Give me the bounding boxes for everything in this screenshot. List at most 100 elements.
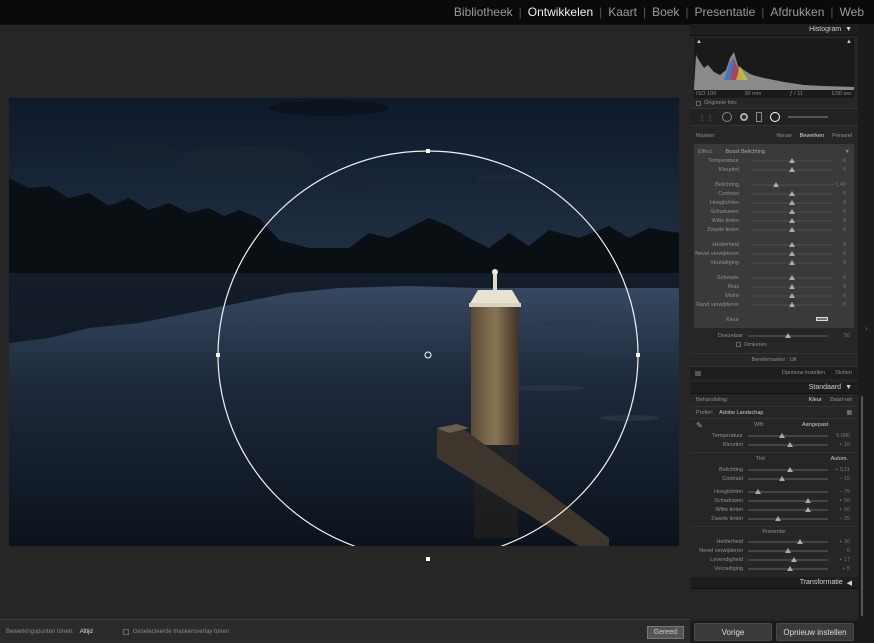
slider-track[interactable] — [752, 182, 832, 187]
slider-thumb[interactable] — [789, 158, 795, 163]
slider-row[interactable]: Helderheid 0 — [694, 240, 854, 249]
red-eye-icon[interactable] — [740, 113, 748, 121]
shadow-clip-icon[interactable]: ▲ — [696, 39, 702, 45]
slider-thumb[interactable] — [778, 433, 785, 438]
mask-toggle-icon[interactable] — [695, 370, 701, 376]
slider-row[interactable]: Belichting + 0,11 — [690, 465, 858, 474]
slider-thumb[interactable] — [786, 566, 793, 571]
slider-value[interactable]: 0 — [843, 158, 846, 164]
transform-header[interactable]: Transformatie ◀ — [690, 577, 858, 589]
mask-edit-button[interactable]: Bewerken — [800, 133, 824, 139]
previous-button[interactable]: Vorige — [694, 623, 772, 641]
slider-thumb[interactable] — [775, 516, 782, 521]
spot-removal-icon[interactable] — [722, 112, 732, 122]
histogram-header[interactable]: Histogram ▼ — [690, 24, 858, 36]
slider-row[interactable]: Contrast – 15 — [690, 474, 858, 483]
radial-filter-icon[interactable] — [770, 112, 780, 122]
slider-row[interactable]: Zwarte tinten 0 — [694, 225, 854, 234]
done-button[interactable]: Gereed — [646, 626, 684, 639]
slider-row[interactable]: Hooglichten – 79 — [690, 487, 858, 496]
slider-track[interactable] — [748, 433, 828, 438]
slider-thumb[interactable] — [773, 182, 779, 187]
slider-thumb[interactable] — [785, 548, 791, 553]
slider-track[interactable] — [752, 158, 832, 163]
slider-value[interactable]: 0 — [847, 548, 850, 554]
original-photo-row[interactable]: Originele foto — [690, 98, 858, 108]
slider-row[interactable]: Witte tinten 0 — [694, 216, 854, 225]
panel-scrollbar[interactable]: › — [858, 24, 874, 643]
highlight-clip-icon[interactable]: ▲ — [846, 39, 852, 45]
slider-track[interactable] — [748, 548, 828, 553]
slider-thumb[interactable] — [789, 251, 795, 256]
feather-slider[interactable] — [748, 333, 828, 338]
slider-row[interactable]: Verzadiging 0 — [694, 258, 854, 267]
mask-new-button[interactable]: Nieuw — [776, 133, 791, 139]
slider-thumb[interactable] — [789, 242, 795, 247]
slider-track[interactable] — [752, 167, 832, 172]
slider-track[interactable] — [752, 293, 832, 298]
slider-track[interactable] — [752, 209, 832, 214]
reset-button[interactable]: Opnieuw instellen — [776, 623, 854, 641]
overlay-checkbox[interactable] — [122, 628, 129, 635]
slider-value[interactable]: + 17 — [839, 557, 850, 563]
slider-value[interactable]: + 5 — [842, 566, 850, 572]
slider-value[interactable]: 0 — [843, 284, 846, 290]
slider-track[interactable] — [748, 557, 828, 562]
adjustment-brush-icon[interactable] — [788, 116, 828, 118]
slider-value[interactable]: 0 — [843, 218, 846, 224]
slider-row[interactable]: Belichting – 1,40 — [694, 180, 854, 189]
invert-row[interactable]: Omkeren — [690, 340, 858, 349]
eyedropper-icon[interactable]: ✎ — [696, 421, 703, 430]
edit-pins-select[interactable]: Altijd — [80, 629, 93, 635]
slider-value[interactable]: – 1,40 — [831, 182, 846, 188]
slider-thumb[interactable] — [789, 275, 795, 280]
mask-close-button[interactable]: Sluiten — [835, 370, 852, 376]
slider-value[interactable]: + 30 — [839, 539, 850, 545]
module-web[interactable]: Web — [834, 5, 870, 19]
module-boek[interactable]: Boek — [646, 5, 685, 19]
slider-row[interactable]: Rand verwijderen 0 — [694, 300, 854, 309]
slider-row[interactable]: Temperatuur 6.000 — [690, 431, 858, 440]
slider-row[interactable]: Schaduwen 0 — [694, 207, 854, 216]
slider-value[interactable]: 0 — [843, 200, 846, 206]
slider-track[interactable] — [748, 489, 828, 494]
slider-track[interactable] — [752, 191, 832, 196]
feather-thumb[interactable] — [785, 333, 791, 338]
slider-track[interactable] — [748, 476, 828, 481]
slider-thumb[interactable] — [789, 260, 795, 265]
feather-row[interactable]: Doezelaar 50 — [690, 331, 858, 340]
slider-value[interactable]: 6.000 — [836, 433, 850, 439]
basic-header[interactable]: Standaard ▼ — [690, 382, 858, 394]
mask-brush-button[interactable]: Penseel — [832, 133, 852, 139]
slider-row[interactable]: Verzadiging + 5 — [690, 564, 858, 573]
effect-chevron-icon[interactable]: ▼ — [845, 149, 850, 155]
color-swatch[interactable] — [816, 317, 828, 321]
slider-row[interactable]: Ruis 0 — [694, 282, 854, 291]
profile-browser-icon[interactable]: ▦ — [846, 409, 852, 416]
feather-value[interactable]: 50 — [844, 333, 850, 339]
slider-thumb[interactable] — [797, 539, 803, 544]
slider-row[interactable]: Schaduwen + 50 — [690, 496, 858, 505]
slider-track[interactable] — [752, 218, 832, 223]
slider-value[interactable]: + 10 — [839, 442, 850, 448]
wb-select[interactable]: Aangepast — [802, 422, 828, 428]
slider-value[interactable]: 0 — [843, 293, 846, 299]
slider-track[interactable] — [748, 516, 828, 521]
module-presentatie[interactable]: Presentatie — [689, 5, 762, 19]
treatment-bw-button[interactable]: Zwart-wit — [830, 397, 852, 403]
slider-track[interactable] — [748, 507, 828, 512]
slider-row[interactable]: Witte tinten + 50 — [690, 505, 858, 514]
slider-thumb[interactable] — [779, 476, 786, 481]
slider-value[interactable]: 0 — [843, 275, 846, 281]
slider-track[interactable] — [752, 251, 832, 256]
slider-row[interactable]: Hooglichten 0 — [694, 198, 854, 207]
auto-button[interactable]: Autom. — [831, 456, 848, 462]
slider-thumb[interactable] — [786, 467, 793, 472]
slider-value[interactable]: 0 — [843, 191, 846, 197]
slider-row[interactable]: Kleurtint 0 — [694, 165, 854, 174]
slider-value[interactable]: – 15 — [839, 476, 850, 482]
slider-thumb[interactable] — [805, 507, 811, 512]
slider-track[interactable] — [748, 539, 828, 544]
slider-track[interactable] — [752, 200, 832, 205]
panel-collapse-icon[interactable]: › — [865, 324, 868, 333]
